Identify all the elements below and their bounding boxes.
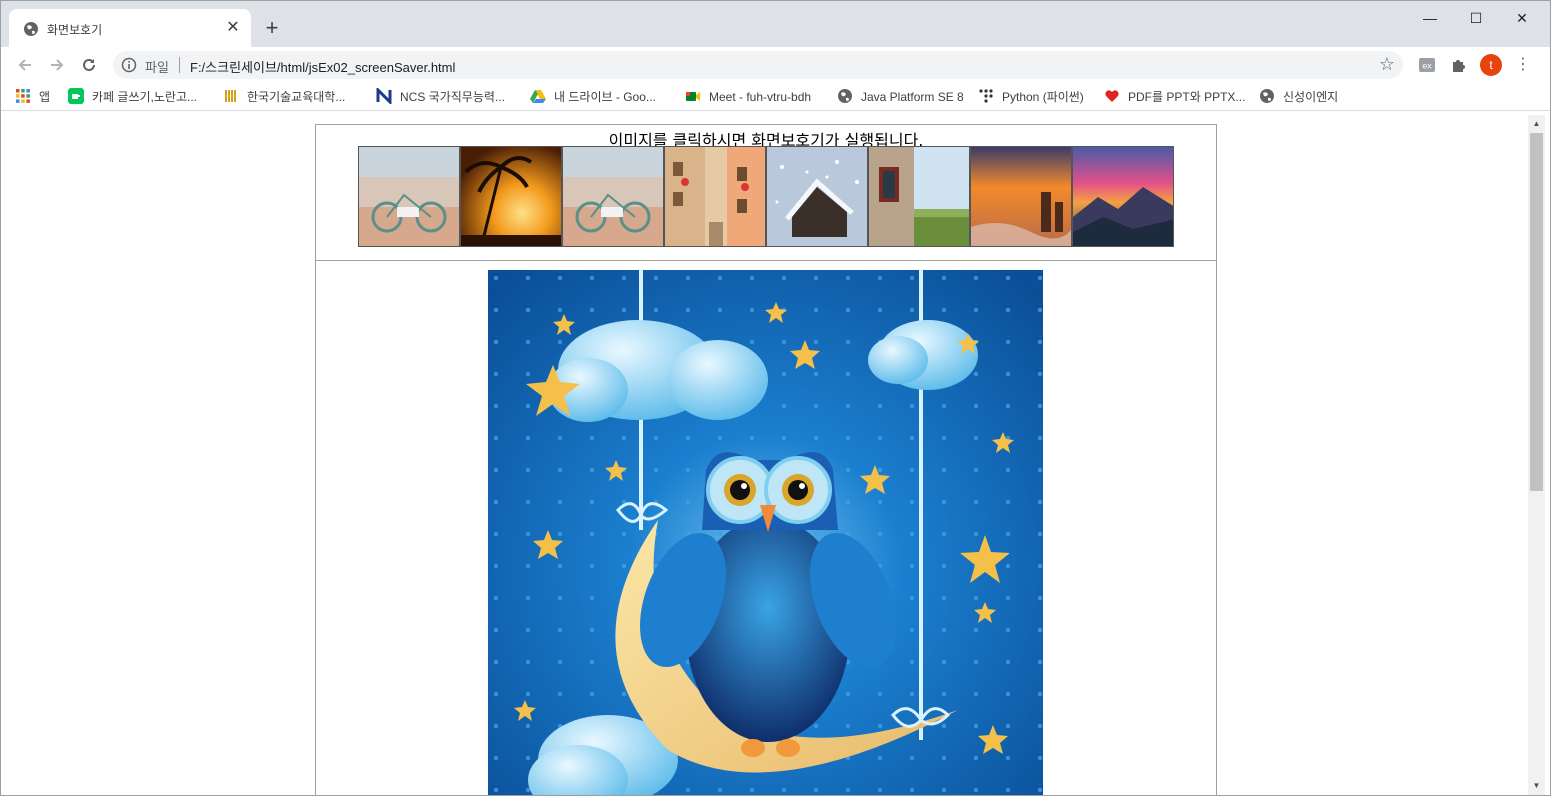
thumbnail-strip [358,146,1174,248]
bookmark-star-icon[interactable]: ☆ [1379,54,1395,75]
old-town-street-image [665,147,765,246]
sunset-sea-rocks-image [971,147,1071,246]
bookmark-java[interactable]: Java Platform SE 8 [837,88,964,106]
reload-button[interactable] [75,51,103,79]
bookmarks-bar: 앱 카페 글쓰기,노란고... 한국기술교육대학... NCS 국가직무능력..… [1,83,1550,111]
tab-title: 화면보호기 [47,23,103,37]
thumbnail-6[interactable] [868,146,970,247]
bookmark-cafe[interactable]: 카페 글쓰기,노란고... [68,88,197,106]
bookmark-pdf[interactable]: PDF를 PPT와 PPTX... [1104,88,1245,106]
mountain-sunset-image [1073,147,1173,246]
bookmark-shinsung[interactable]: 신성이엔지 [1259,88,1338,106]
heart-pdf-icon [1105,90,1119,102]
koreatech-icon [225,90,236,102]
menu-kebab-icon[interactable]: ⋮ [1514,53,1532,77]
profile-avatar[interactable]: t [1480,54,1502,76]
minimize-button[interactable]: — [1407,1,1453,35]
page-viewport: 이미지를 클릭하시면 화면보호기가 실행됩니다. [1,115,1528,795]
bookmark-label: 내 드라이브 - Goo... [554,90,656,104]
forward-button[interactable] [43,51,71,79]
reload-icon [83,58,95,71]
bookmark-label: 카페 글쓰기,노란고... [92,90,197,104]
thumbnail-1[interactable] [358,146,460,247]
scheme-label: 파일 [145,60,169,75]
bookmark-label: 한국기술교육대학... [247,90,346,104]
vertical-scrollbar[interactable]: ▲ ▼ [1528,115,1545,795]
google-meet-icon [686,92,700,101]
scroll-up-arrow-icon[interactable]: ▲ [1528,117,1545,131]
globe-icon [1260,89,1274,103]
tab-strip: 화면보호기 ✕ + — ☐ ✕ [1,1,1550,47]
extension-icon[interactable]: ex [1417,55,1437,75]
puzzle-extensions-icon[interactable] [1449,55,1469,75]
back-button[interactable] [11,51,39,79]
thumbnail-4[interactable] [664,146,766,247]
bookmark-label: 신성이엔지 [1283,90,1339,104]
bookmark-koreatech[interactable]: 한국기술교육대학... [223,88,345,106]
google-drive-icon [530,90,546,103]
window-close-button[interactable]: ✕ [1499,1,1545,35]
cafe-icon [68,88,84,104]
bookmark-label: NCS 국가직무능력... [400,90,505,104]
forward-arrow-icon [51,59,64,71]
apps-grid-icon [16,89,30,103]
owl-on-crescent-moon-image [488,270,1043,795]
browser-toolbar: 파일 F:/스크린세이브/html/jsEx02_screenSaver.htm… [1,47,1550,83]
main-image[interactable] [488,270,1043,795]
bookmark-ncs[interactable]: NCS 국가직무능력... [376,88,505,106]
ncs-icon [376,88,392,104]
thumbnail-8[interactable] [1072,146,1174,247]
address-bar[interactable]: 파일 F:/스크린세이브/html/jsEx02_screenSaver.htm… [113,51,1403,79]
python-dots-icon [979,89,993,103]
globe-icon [24,22,38,36]
bookmark-apps[interactable]: 앱 [15,88,50,106]
thumbnail-7[interactable] [970,146,1072,247]
bookmark-label: PDF를 PPT와 PPTX... [1128,90,1246,104]
bookmark-label: Meet - fuh-vtru-bdh [709,90,812,104]
bookmark-label: 앱 [39,90,51,104]
scheme-separator [179,57,180,73]
back-arrow-icon [18,59,31,71]
thumbnail-3[interactable] [562,146,664,247]
tab-screensaver[interactable]: 화면보호기 ✕ [9,9,251,47]
stone-cottage-window-image [869,147,969,246]
svg-text:ex: ex [1422,62,1432,71]
browser-window: 화면보호기 ✕ + — ☐ ✕ 파일 F:/스크린세이브/html/jsEx02… [0,0,1551,796]
tab-close-icon[interactable]: ✕ [223,18,243,38]
maximize-button[interactable]: ☐ [1453,1,1499,35]
globe-icon [838,89,852,103]
scroll-down-arrow-icon[interactable]: ▼ [1528,779,1545,793]
bicycles-on-beach-image [563,147,663,246]
new-tab-button[interactable]: + [259,15,285,41]
thumbnail-5[interactable] [766,146,868,247]
scrollbar-thumb[interactable] [1530,133,1543,491]
bookmark-meet[interactable]: Meet - fuh-vtru-bdh [685,88,811,106]
palm-tree-sunset-image [461,147,561,246]
info-icon[interactable] [121,57,137,73]
screensaver-table: 이미지를 클릭하시면 화면보호기가 실행됩니다. [315,124,1217,795]
bookmark-label: Java Platform SE 8 [861,90,964,104]
bookmark-label: Python (파이썬) [1002,90,1084,104]
bicycles-on-beach-image [359,147,459,246]
bookmark-python[interactable]: Python (파이썬) [978,88,1084,106]
bookmark-drive[interactable]: 내 드라이브 - Goo... [530,88,656,106]
row-divider [316,260,1216,261]
thumbnail-2[interactable] [460,146,562,247]
snowy-cabin-image [767,147,867,246]
url-text[interactable]: F:/스크린세이브/html/jsEx02_screenSaver.html [190,57,455,76]
